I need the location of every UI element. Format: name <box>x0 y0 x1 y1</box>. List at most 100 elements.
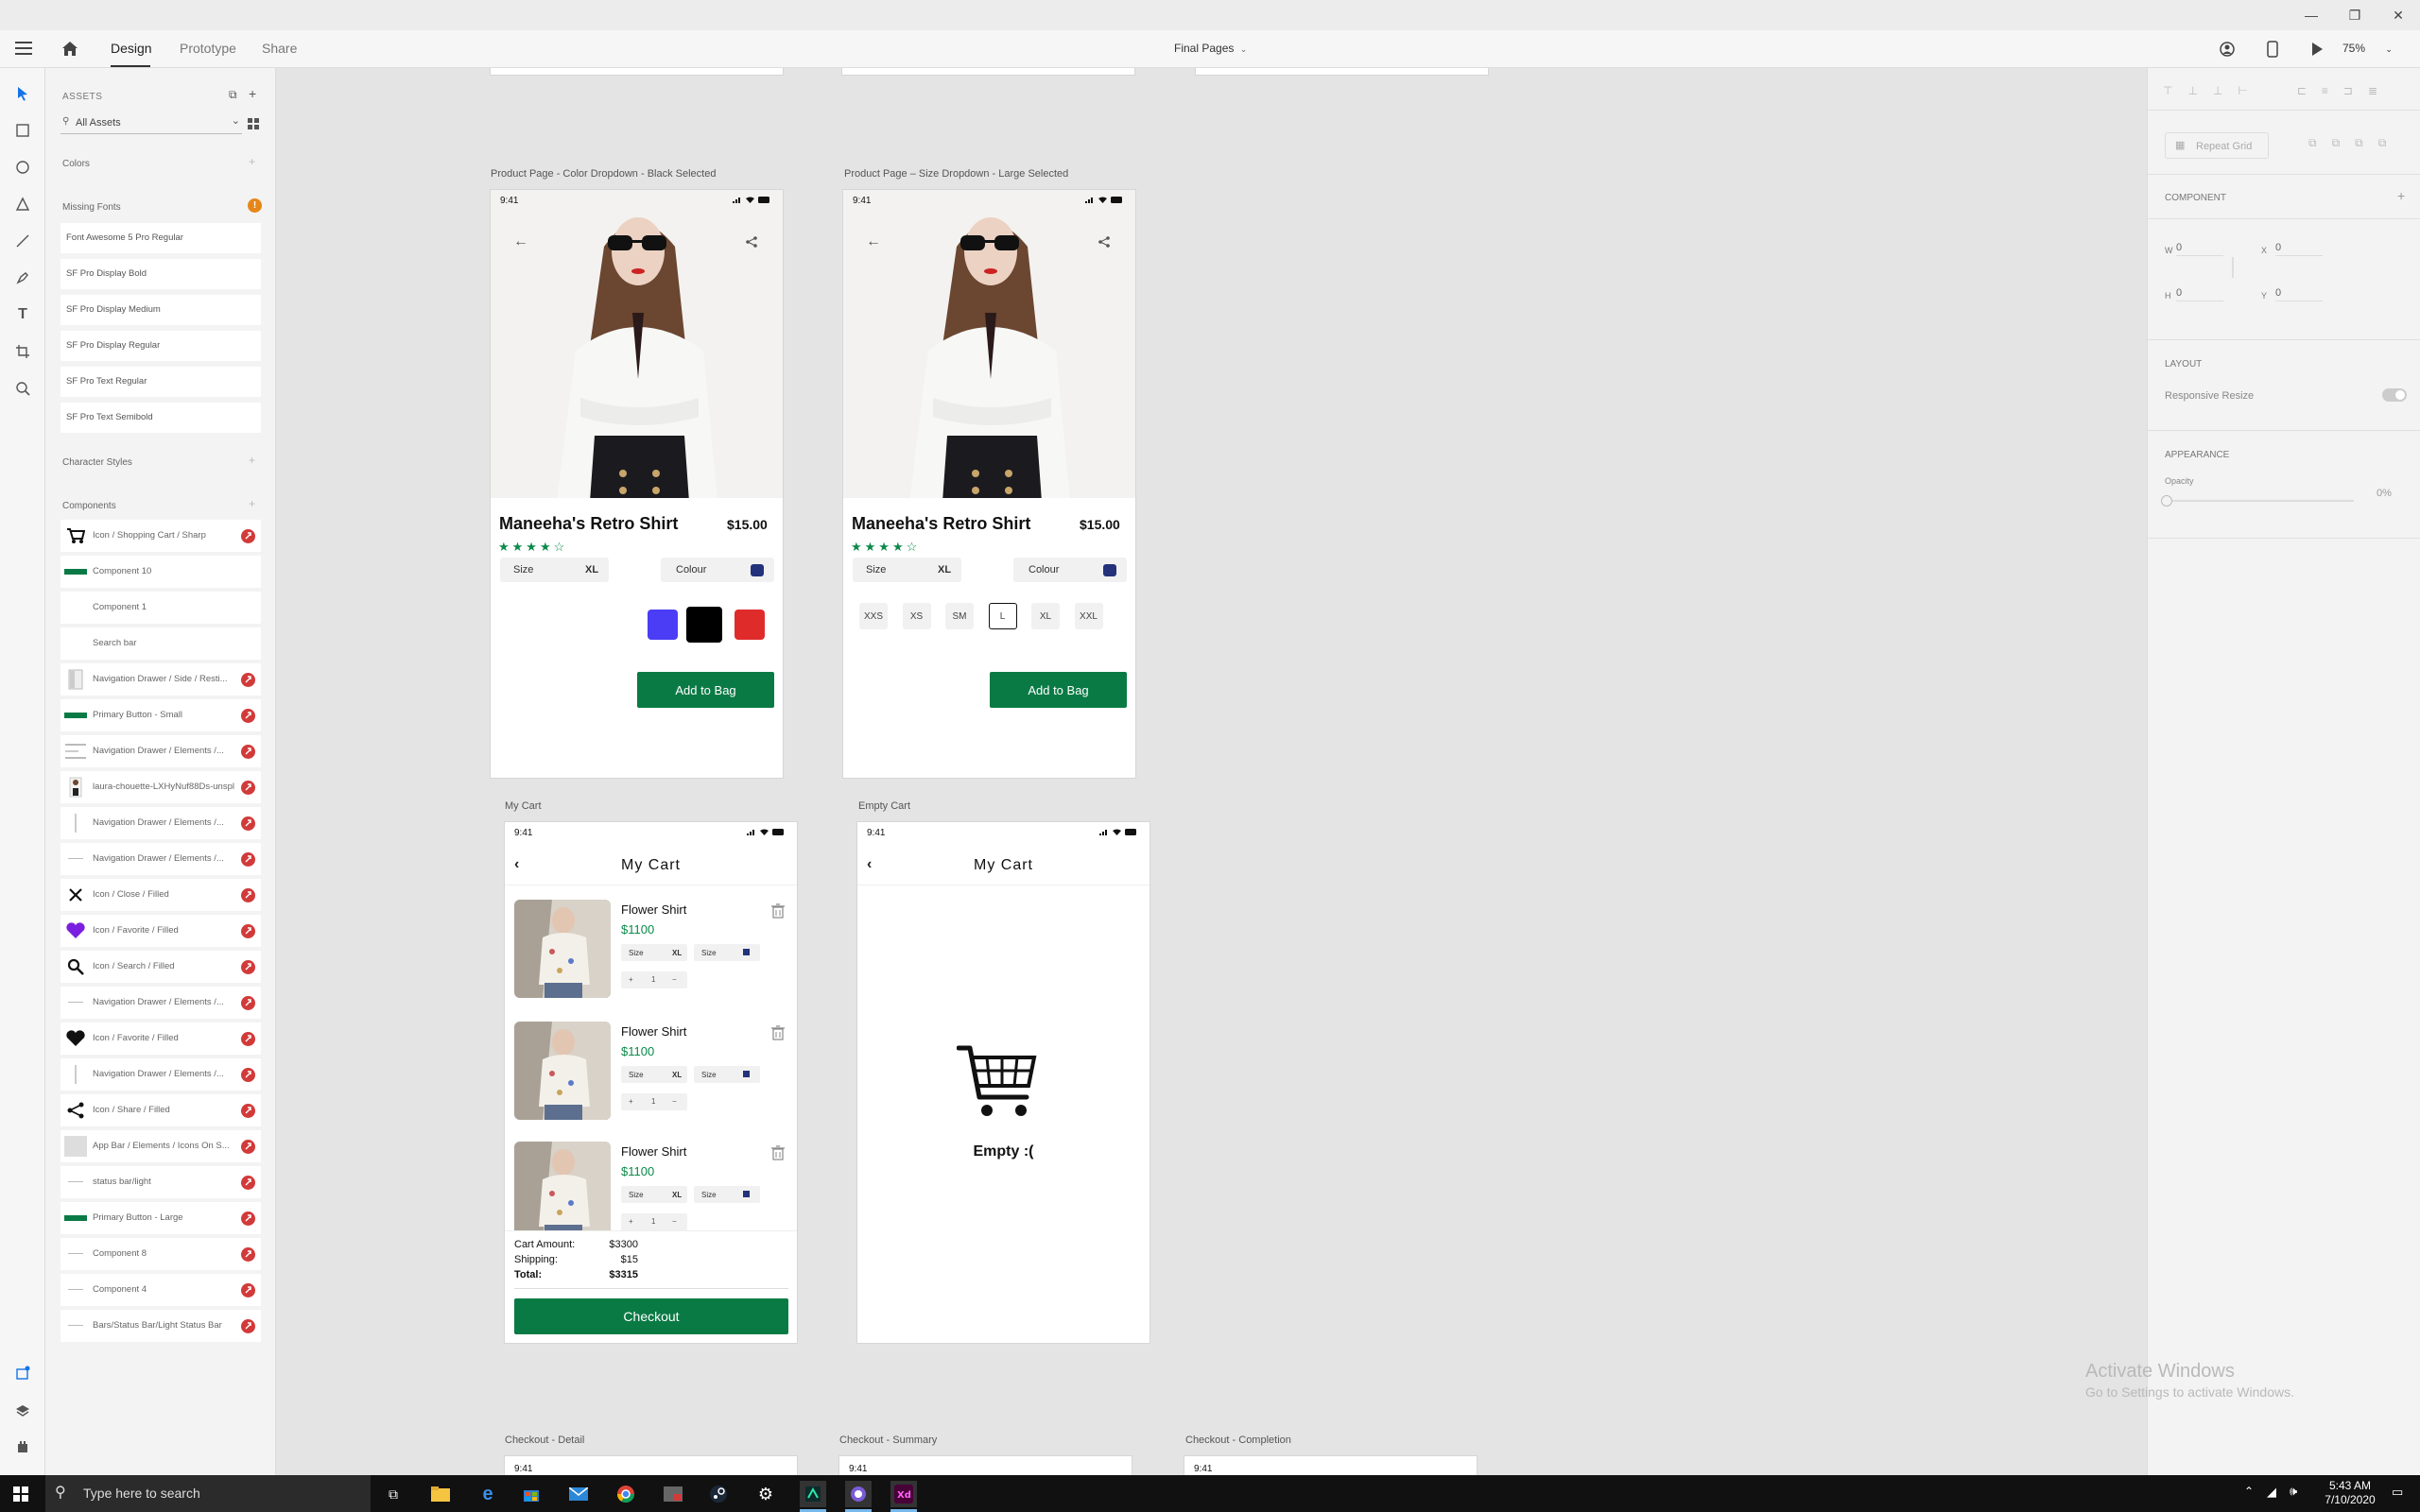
plugins-panel-icon[interactable] <box>10 1435 35 1459</box>
delete-item-icon[interactable] <box>771 1145 785 1165</box>
quantity-decrease[interactable]: − <box>672 1097 677 1106</box>
select-tool-icon[interactable] <box>10 81 35 106</box>
task-view-icon[interactable]: ⧉ <box>380 1481 406 1507</box>
artboard-title[interactable]: Checkout - Detail <box>505 1435 584 1446</box>
linked-component-icon[interactable] <box>241 1140 255 1154</box>
intersect-icon[interactable]: ⧉ <box>2355 136 2363 150</box>
component-item[interactable]: Navigation Drawer / Elements /... <box>60 735 261 767</box>
linked-component-icon[interactable] <box>241 1068 255 1082</box>
linked-component-icon[interactable] <box>241 888 255 902</box>
component-item[interactable]: Navigation Drawer / Elements /... <box>60 987 261 1019</box>
cart-item-colour-chip[interactable]: Size <box>694 1066 760 1083</box>
cart-item-size-chip[interactable]: Size XL <box>621 1066 687 1083</box>
artboard-title[interactable]: Empty Cart <box>858 800 910 812</box>
notifications-icon[interactable]: ▭ <box>2392 1485 2403 1500</box>
steam-icon[interactable] <box>705 1481 732 1507</box>
add-to-bag-button[interactable]: Add to Bag <box>637 672 774 708</box>
artboard-empty-cart[interactable]: 9:41 ‹ My Cart Empty :( <box>856 821 1150 1344</box>
x-field[interactable]: 0 <box>2275 242 2323 256</box>
ellipse-tool-icon[interactable] <box>10 155 35 180</box>
search-input[interactable]: All Assets <box>76 117 121 129</box>
size-option[interactable]: L <box>988 603 1017 629</box>
missing-font-item[interactable]: SF Pro Text Semibold <box>60 403 261 433</box>
align-left-icon[interactable]: ⊏ <box>2297 84 2307 97</box>
minimize-button[interactable]: — <box>2290 0 2333 30</box>
polygon-tool-icon[interactable] <box>10 192 35 216</box>
tab-design[interactable]: Design <box>111 41 152 56</box>
size-option[interactable]: XL <box>1031 603 1060 629</box>
text-tool-icon[interactable]: T <box>10 302 35 327</box>
linked-component-icon[interactable] <box>241 852 255 867</box>
distribute-horizontal-icon[interactable]: ≣ <box>2368 84 2377 97</box>
cart-item[interactable]: Flower Shirt $1100 Size XL Size +1 − <box>514 900 788 1004</box>
artboard-tool-icon[interactable] <box>10 339 35 364</box>
play-preview-icon[interactable] <box>2310 42 2324 61</box>
share-icon[interactable] <box>746 235 757 252</box>
artboard-my-cart[interactable]: 9:41 ‹ My Cart Flower Shirt $1100 Size XL Si… <box>504 821 798 1344</box>
responsive-resize-toggle[interactable] <box>2382 388 2407 402</box>
tab-share[interactable]: Share <box>262 41 297 56</box>
missing-font-item[interactable]: SF Pro Text Regular <box>60 367 261 397</box>
quantity-increase[interactable]: + <box>629 1217 633 1226</box>
artboard-checkout-summary[interactable]: 9:41 <box>838 1455 1132 1476</box>
component-item[interactable]: Navigation Drawer / Elements /... <box>60 807 261 839</box>
quantity-decrease[interactable]: − <box>672 975 677 984</box>
linked-component-icon[interactable] <box>241 1319 255 1333</box>
cart-item[interactable]: Flower Shirt $1100 Size XL Size +1 − <box>514 1022 788 1125</box>
add-component-state-icon[interactable]: + <box>2397 188 2405 203</box>
linked-component-icon[interactable] <box>241 1211 255 1226</box>
add-color-icon[interactable]: + <box>249 155 255 168</box>
missing-font-item[interactable]: Font Awesome 5 Pro Regular <box>60 223 261 253</box>
lock-aspect-icon[interactable] <box>2232 257 2234 278</box>
add-asset-icon[interactable]: + <box>249 86 256 101</box>
artboard-title[interactable]: Product Page – Size Dropdown - Large Sel… <box>844 168 1068 180</box>
share-icon[interactable] <box>1098 235 1110 252</box>
user-account-icon[interactable] <box>2220 42 2235 61</box>
add-component-icon[interactable]: + <box>249 497 255 510</box>
linked-component-icon[interactable] <box>241 529 255 543</box>
exclude-icon[interactable]: ⧉ <box>2378 136 2387 150</box>
size-option[interactable]: XXL <box>1074 603 1103 629</box>
photos-icon[interactable] <box>660 1481 686 1507</box>
component-item[interactable]: Component 8 <box>60 1238 261 1270</box>
adobe-xd-icon[interactable]: Xd <box>890 1481 917 1507</box>
component-item[interactable]: Navigation Drawer / Elements /... <box>60 843 261 875</box>
components-title[interactable]: Components <box>62 501 116 511</box>
layers-panel-icon[interactable] <box>10 1399 35 1423</box>
colour-selector[interactable]: Colour <box>1013 558 1127 582</box>
size-selector[interactable]: Size XL <box>500 558 609 582</box>
colour-selector[interactable]: Colour <box>661 558 774 582</box>
width-field[interactable]: 0 <box>2176 242 2223 256</box>
add-character-style-icon[interactable]: + <box>249 454 255 467</box>
assets-panel-icon[interactable] <box>10 1361 35 1385</box>
hamburger-menu-icon[interactable] <box>15 42 32 57</box>
colour-swatch[interactable] <box>686 607 722 643</box>
artboard-title[interactable]: My Cart <box>505 800 542 812</box>
linked-component-icon[interactable] <box>241 960 255 974</box>
colour-swatch[interactable] <box>735 610 765 640</box>
height-field[interactable]: 0 <box>2176 287 2223 301</box>
union-icon[interactable]: ⧉ <box>2308 136 2317 150</box>
app-icon-green[interactable] <box>800 1481 826 1507</box>
missing-font-item[interactable]: SF Pro Display Bold <box>60 259 261 289</box>
size-option[interactable]: SM <box>945 603 974 629</box>
rectangle-tool-icon[interactable] <box>10 118 35 143</box>
close-window-button[interactable]: ✕ <box>2377 0 2420 30</box>
component-item[interactable]: Component 4 <box>60 1274 261 1306</box>
component-item[interactable]: Icon / Search / Filled <box>60 951 261 983</box>
artboard-title[interactable]: Checkout - Completion <box>1185 1435 1291 1446</box>
cart-item-size-chip[interactable]: Size XL <box>621 944 687 961</box>
artboard-product-size[interactable]: 9:41 ← Maneeha's Retro Shirt $15.00 ★★★★… <box>842 189 1136 779</box>
component-item[interactable]: Search bar <box>60 627 261 660</box>
back-arrow-icon[interactable]: ← <box>513 233 528 250</box>
settings-gear-icon[interactable]: ⚙ <box>752 1481 779 1507</box>
zoom-tool-icon[interactable] <box>10 376 35 401</box>
taskbar-search-input[interactable]: Type here to search <box>83 1486 200 1501</box>
component-item[interactable]: laura-chouette-LXHyNuf88Ds-unspl... <box>60 771 261 803</box>
align-middle-icon[interactable]: ⊥ <box>2187 84 2197 97</box>
linked-component-icon[interactable] <box>241 1104 255 1118</box>
artboard-checkout-detail[interactable]: 9:41 <box>504 1455 798 1476</box>
missing-font-item[interactable]: SF Pro Display Regular <box>60 331 261 361</box>
taskbar-clock[interactable]: 5:43 AM 7/10/2020 <box>2322 1479 2378 1507</box>
quantity-increase[interactable]: + <box>629 1097 633 1106</box>
